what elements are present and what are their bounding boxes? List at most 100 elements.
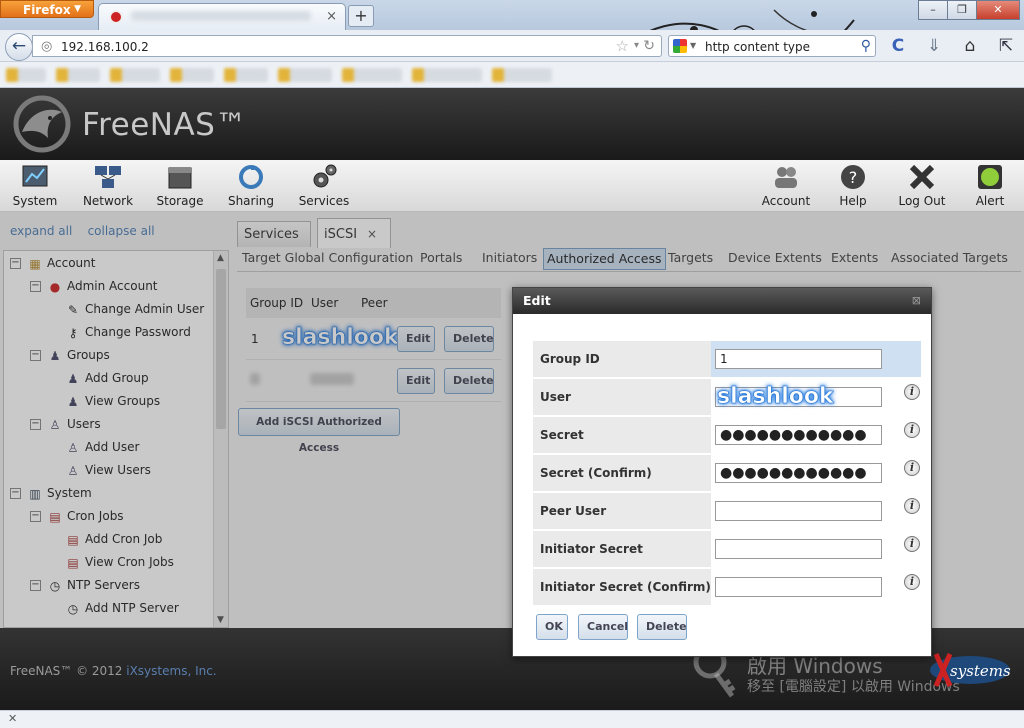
- bookmark-star-icon[interactable]: ☆: [616, 37, 629, 55]
- group-id-input[interactable]: [715, 349, 882, 369]
- collapse-toggle-icon[interactable]: −: [30, 511, 41, 522]
- new-tab-button[interactable]: +: [348, 5, 374, 27]
- nav-logout[interactable]: Log Out: [894, 162, 950, 208]
- subtab-targets[interactable]: Targets: [665, 248, 716, 270]
- addon-pin-icon[interactable]: ⇱: [994, 34, 1018, 58]
- subtab-initiators[interactable]: Initiators: [479, 248, 540, 270]
- edit-button[interactable]: Edit: [397, 368, 435, 394]
- collapse-toggle-icon[interactable]: −: [10, 488, 21, 499]
- download-icon[interactable]: ⇓: [922, 34, 946, 58]
- tab-close-icon[interactable]: ×: [326, 9, 337, 24]
- bookmark-item[interactable]: [170, 68, 214, 82]
- subtab-device-extents[interactable]: Device Extents: [725, 248, 825, 270]
- secret-confirm-input[interactable]: ●●●●●●●●●●●●: [715, 463, 882, 483]
- bookmark-item[interactable]: [492, 68, 552, 82]
- collapse-toggle-icon[interactable]: −: [30, 419, 41, 430]
- initiator-secret-input[interactable]: [715, 539, 882, 559]
- delete-button[interactable]: Delete: [444, 326, 494, 352]
- restore-button[interactable]: ❐: [947, 0, 977, 20]
- nav-sharing[interactable]: Sharing: [226, 162, 276, 208]
- bookmark-item[interactable]: [412, 68, 482, 82]
- status-close-icon[interactable]: ✕: [8, 712, 17, 725]
- subtab-target-global-config[interactable]: Target Global Configuration: [239, 248, 416, 270]
- engine-dropdown-icon[interactable]: ▼: [690, 41, 696, 50]
- tree-item-account[interactable]: − ▦ Account: [10, 252, 95, 274]
- scroll-up-icon[interactable]: ▲: [217, 253, 224, 263]
- nav-system[interactable]: System: [10, 162, 60, 208]
- tree-scrollbar[interactable]: ▲ ▼: [213, 251, 228, 627]
- secret-input[interactable]: ●●●●●●●●●●●●: [715, 425, 882, 445]
- url-bar[interactable]: ◎ 192.168.100.2 ☆ ▾ ↻: [32, 35, 662, 57]
- tree-item-change-password[interactable]: ⚷ Change Password: [66, 321, 191, 343]
- subtab-associated-targets[interactable]: Associated Targets: [888, 248, 1011, 270]
- tree-item-add-user[interactable]: ♙ Add User: [66, 436, 140, 458]
- firefox-menu-button[interactable]: Firefox ▼: [0, 0, 94, 18]
- minimize-button[interactable]: –: [918, 0, 948, 20]
- initiator-secret-confirm-input[interactable]: [715, 577, 882, 597]
- dialog-close-icon[interactable]: ⊠: [912, 288, 921, 314]
- nav-help[interactable]: ? Help: [834, 162, 872, 208]
- subtab-portals[interactable]: Portals: [417, 248, 465, 270]
- peer-user-input[interactable]: [715, 501, 882, 521]
- nav-account[interactable]: Account: [760, 162, 812, 208]
- tab-iscsi[interactable]: iSCSI ×: [317, 218, 391, 248]
- nav-storage[interactable]: Storage: [154, 162, 206, 208]
- bookmark-item[interactable]: [278, 68, 332, 82]
- tab-services[interactable]: Services: [237, 221, 311, 247]
- info-icon[interactable]: i: [904, 422, 920, 438]
- tree-item-view-cron-jobs[interactable]: ▤ View Cron Jobs: [66, 551, 174, 573]
- bookmark-item[interactable]: [224, 68, 268, 82]
- info-icon[interactable]: i: [904, 460, 920, 476]
- bookmark-item[interactable]: [110, 68, 160, 82]
- nav-network[interactable]: Network: [80, 162, 136, 208]
- tree-item-admin-account[interactable]: − ● Admin Account: [30, 275, 158, 297]
- nav-services[interactable]: Services: [296, 162, 352, 208]
- ok-button[interactable]: OK: [536, 614, 568, 640]
- tree-item-groups[interactable]: − ♟ Groups: [30, 344, 110, 366]
- dialog-delete-button[interactable]: Delete: [637, 614, 687, 640]
- scroll-down-icon[interactable]: ▼: [217, 615, 224, 625]
- info-icon[interactable]: i: [904, 536, 920, 552]
- nav-alert[interactable]: Alert: [970, 162, 1010, 208]
- close-window-button[interactable]: ✕: [976, 0, 1020, 20]
- collapse-toggle-icon[interactable]: −: [30, 580, 41, 591]
- subtab-extents[interactable]: Extents: [828, 248, 881, 270]
- search-icon[interactable]: ⚲: [861, 38, 871, 54]
- subtab-authorized-access[interactable]: Authorized Access: [543, 248, 666, 270]
- expand-all-link[interactable]: expand all: [10, 224, 72, 238]
- info-icon[interactable]: i: [904, 498, 920, 514]
- addon-c-icon[interactable]: C: [886, 34, 910, 58]
- bookmark-item[interactable]: [56, 68, 100, 82]
- collapse-all-link[interactable]: collapse all: [88, 224, 155, 238]
- collapse-toggle-icon[interactable]: −: [30, 281, 41, 292]
- company-link[interactable]: iXsystems, Inc.: [126, 664, 216, 678]
- edit-button[interactable]: Edit: [397, 326, 435, 352]
- tree-item-change-admin-user[interactable]: ✎ Change Admin User: [66, 298, 204, 320]
- tree-item-add-cron-job[interactable]: ▤ Add Cron Job: [66, 528, 162, 550]
- info-icon[interactable]: i: [904, 384, 920, 400]
- bookmark-item[interactable]: [6, 68, 46, 82]
- tab-close-icon[interactable]: ×: [367, 227, 377, 241]
- scrollbar-thumb[interactable]: [216, 269, 226, 429]
- tree-item-cron-jobs[interactable]: − ▤ Cron Jobs: [30, 505, 124, 527]
- cancel-button[interactable]: Cancel: [578, 614, 628, 640]
- browser-tab[interactable]: ×: [98, 3, 346, 30]
- add-iscsi-authorized-access-button[interactable]: Add iSCSI Authorized Access: [238, 408, 400, 454]
- tree-item-users[interactable]: − ♙ Users: [30, 413, 101, 435]
- reload-icon[interactable]: ↻: [643, 38, 655, 54]
- tree-item-system[interactable]: − ▥ System: [10, 482, 92, 504]
- bookmark-item[interactable]: [342, 68, 402, 82]
- tree-item-add-ntp-server[interactable]: ◷ Add NTP Server: [66, 597, 179, 619]
- info-icon[interactable]: i: [904, 574, 920, 590]
- tree-item-ntp-servers[interactable]: − ◷ NTP Servers: [30, 574, 140, 596]
- tree-item-view-groups[interactable]: ♟ View Groups: [66, 390, 160, 412]
- collapse-toggle-icon[interactable]: −: [30, 350, 41, 361]
- delete-button[interactable]: Delete: [444, 368, 494, 394]
- tree-item-add-group[interactable]: ♟ Add Group: [66, 367, 149, 389]
- search-bar[interactable]: ▼ http content type ⚲: [668, 35, 876, 57]
- user-input[interactable]: [715, 387, 882, 407]
- tree-item-view-users[interactable]: ♙ View Users: [66, 459, 151, 481]
- back-arrow-icon[interactable]: ←: [5, 33, 33, 61]
- dropdown-icon[interactable]: ▾: [634, 40, 639, 51]
- home-icon[interactable]: ⌂: [958, 34, 982, 58]
